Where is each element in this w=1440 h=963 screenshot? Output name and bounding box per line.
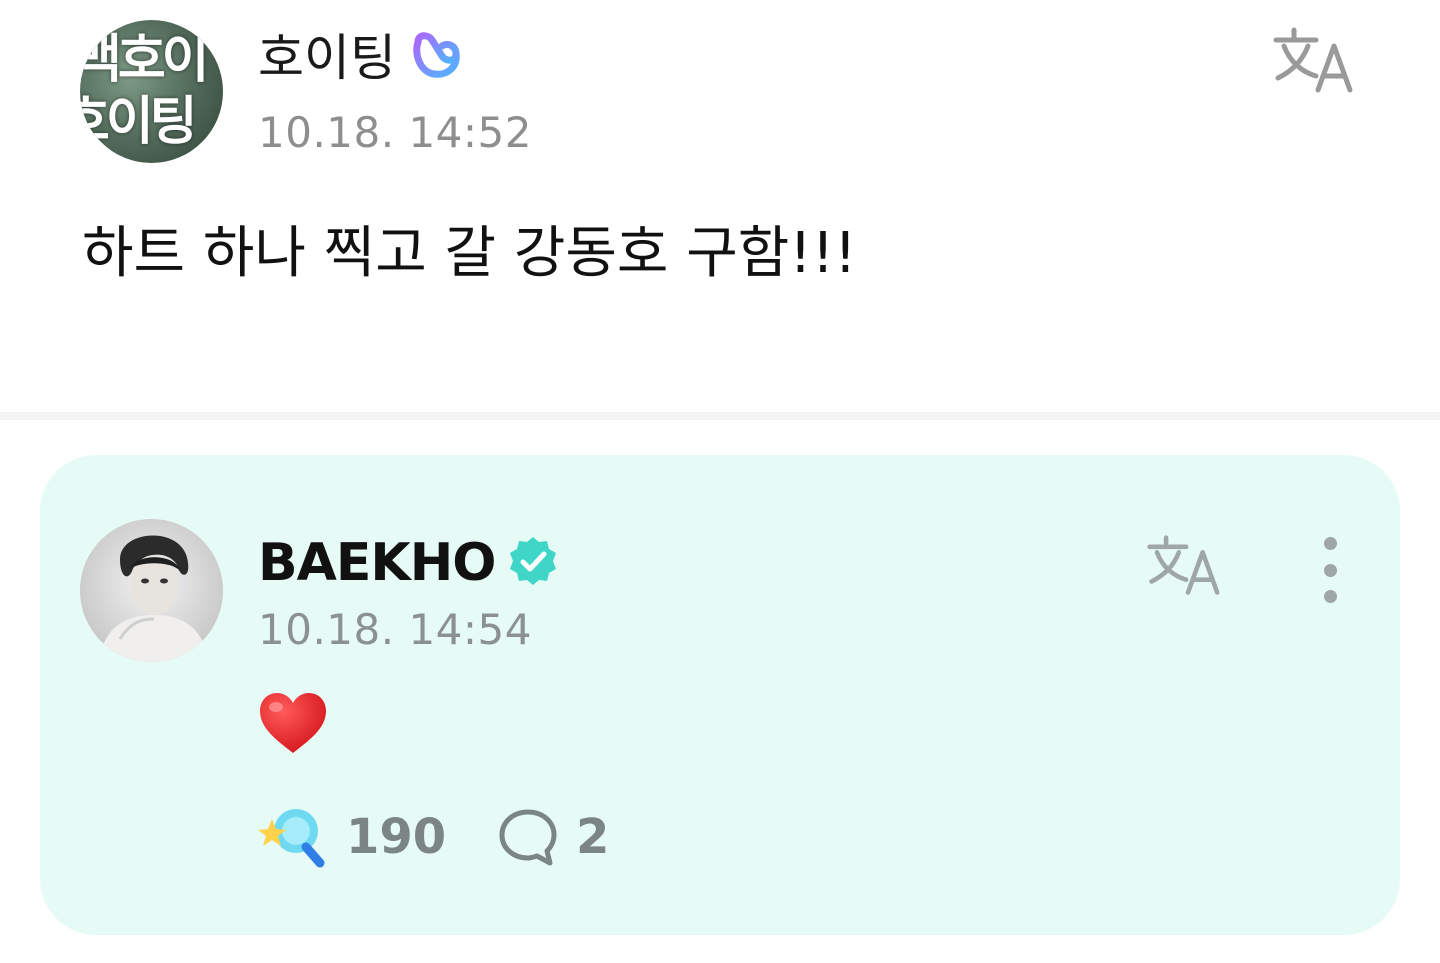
reply-translate-button[interactable] [1146,533,1230,599]
verified-badge-icon [507,535,559,591]
comment-count: 2 [576,809,610,865]
translate-icon [1147,535,1220,595]
lightstick-like-icon [258,809,325,868]
artist-avatar[interactable] [80,519,223,662]
fan-post: 백호이 호이팅 호이팅 10.18. 14:52 하트 하나 찍고 갈 강동호 … [0,0,1440,412]
fan-avatar[interactable]: 백호이 호이팅 [80,20,223,163]
artist-username[interactable]: BAEKHO [258,531,496,595]
more-options-button[interactable] [1310,537,1350,603]
translate-icon [1273,27,1353,93]
red-heart-icon [258,691,328,755]
comment-icon [499,809,557,866]
more-dot-icon [1323,590,1337,603]
more-dot-icon [1323,537,1337,550]
artist-photo [80,519,223,662]
comment-button[interactable]: 2 [498,805,609,869]
avatar-text-line-1: 백호이 [80,30,210,90]
section-divider [0,412,1440,420]
like-button[interactable]: 190 [258,805,446,869]
artist-reply-timestamp: 10.18. 14:54 [258,605,532,654]
like-count: 190 [346,809,447,865]
fan-name-row: 호이팅 [258,26,464,90]
avatar-text-line-2: 호이팅 [80,92,198,152]
translate-button[interactable] [1272,26,1364,96]
fan-username[interactable]: 호이팅 [258,26,396,90]
artist-name-row: BAEKHO [258,531,559,595]
more-dot-icon [1323,563,1337,577]
fan-post-timestamp: 10.18. 14:52 [258,108,532,157]
membership-badge-icon [408,28,464,88]
artist-reply-card: BAEKHO 10.18. 14:54 190 2 [40,455,1400,935]
fan-post-body: 하트 하나 찍고 갈 강동호 구함!!! [82,221,857,286]
